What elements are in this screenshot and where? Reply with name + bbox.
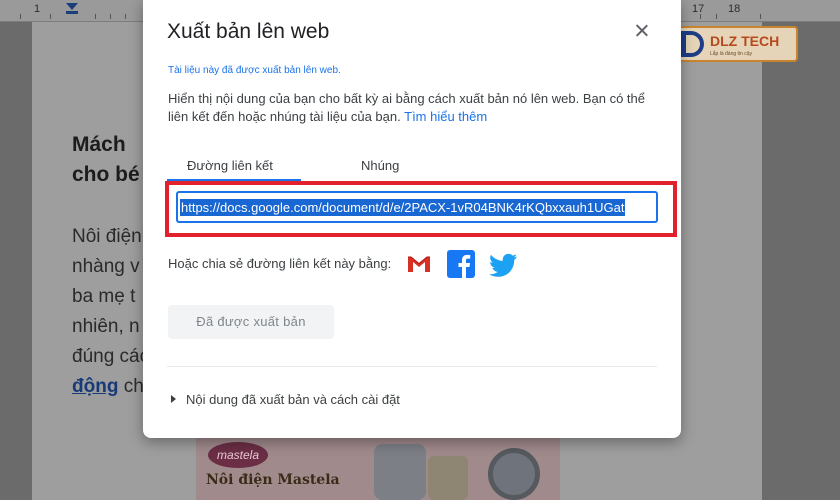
- document-image[interactable]: mastela Nôi điện Mastela: [196, 438, 560, 500]
- indent-marker-bar[interactable]: [66, 11, 78, 14]
- highlight-frame: https://docs.google.com/document/d/e/2PA…: [165, 181, 677, 237]
- heading-line: cho bé: [72, 163, 140, 186]
- indent-marker[interactable]: [66, 3, 78, 10]
- twitter-icon[interactable]: [489, 250, 517, 278]
- paragraph-line: Nôi điện: [72, 226, 142, 247]
- watermark-slogan: Lắp là đáng tin cậy: [710, 51, 752, 57]
- published-button[interactable]: Đã được xuất bản: [168, 305, 334, 339]
- paragraph-text: ch: [118, 376, 144, 397]
- ruler-tick: [125, 14, 126, 19]
- image-caption: Nôi điện Mastela: [206, 472, 340, 488]
- divider: [167, 366, 657, 367]
- published-url-field[interactable]: https://docs.google.com/document/d/e/2PA…: [177, 192, 657, 222]
- dialog-description: Hiển thị nội dung của bạn cho bất kỳ ai …: [168, 90, 658, 126]
- close-icon[interactable]: [631, 20, 653, 42]
- published-note: Tài liệu này đã được xuất bản lên web.: [168, 65, 341, 76]
- tab-link[interactable]: Đường liên kết: [187, 158, 273, 173]
- document-heading: Mách cho bé: [72, 130, 140, 190]
- paragraph-line: nhàng v: [72, 256, 140, 277]
- paragraph-line: nhiên, n: [72, 316, 140, 337]
- ruler-tick: [760, 14, 761, 19]
- heading-line: Mách: [72, 133, 126, 156]
- settings-label: Nội dung đã xuất bản và cách cài đặt: [186, 392, 400, 407]
- published-url-text: https://docs.google.com/document/d/e/2PA…: [180, 199, 626, 216]
- ruler-tick: [50, 14, 51, 19]
- watermark-name: DLZ TECH: [710, 33, 780, 49]
- product-image: [488, 448, 540, 500]
- ruler-tick: [20, 14, 21, 19]
- dialog-tabs: Đường liên kết Nhúng: [167, 154, 657, 182]
- document-paragraph: Nôi điện nhàng v ba mẹ t nhiên, n đúng c…: [72, 222, 149, 402]
- ruler-tick: [716, 14, 717, 19]
- document-link[interactable]: động: [72, 376, 118, 397]
- watermark-badge: DLZ TECH Lắp là đáng tin cậy: [672, 26, 798, 62]
- publish-to-web-dialog: Xuất bản lên web Tài liệu này đã được xu…: [143, 0, 681, 438]
- ruler-number: 1: [34, 3, 41, 15]
- paragraph-line: đúng các: [72, 346, 150, 367]
- ruler-tick: [95, 14, 96, 19]
- facebook-icon[interactable]: [447, 250, 475, 278]
- share-label: Hoặc chia sẻ đường liên kết này bằng:: [168, 256, 392, 271]
- brand-logo: mastela: [208, 442, 268, 468]
- published-settings-toggle[interactable]: Nội dung đã xuất bản và cách cài đặt: [171, 392, 400, 407]
- tab-embed[interactable]: Nhúng: [361, 158, 399, 173]
- gmail-icon[interactable]: [405, 250, 433, 278]
- caret-right-icon: [171, 395, 176, 403]
- ruler-tick: [110, 14, 111, 19]
- ruler-number: 17: [692, 3, 705, 15]
- paragraph-line: ba mẹ t: [72, 286, 136, 307]
- ruler-number: 18: [728, 3, 741, 15]
- product-image: [428, 456, 468, 500]
- learn-more-link[interactable]: Tìm hiểu thêm: [404, 109, 487, 124]
- product-image: [374, 444, 426, 500]
- dialog-title: Xuất bản lên web: [167, 20, 330, 43]
- dlz-logo-icon: [680, 31, 704, 57]
- paragraph-line: động ch: [72, 372, 149, 402]
